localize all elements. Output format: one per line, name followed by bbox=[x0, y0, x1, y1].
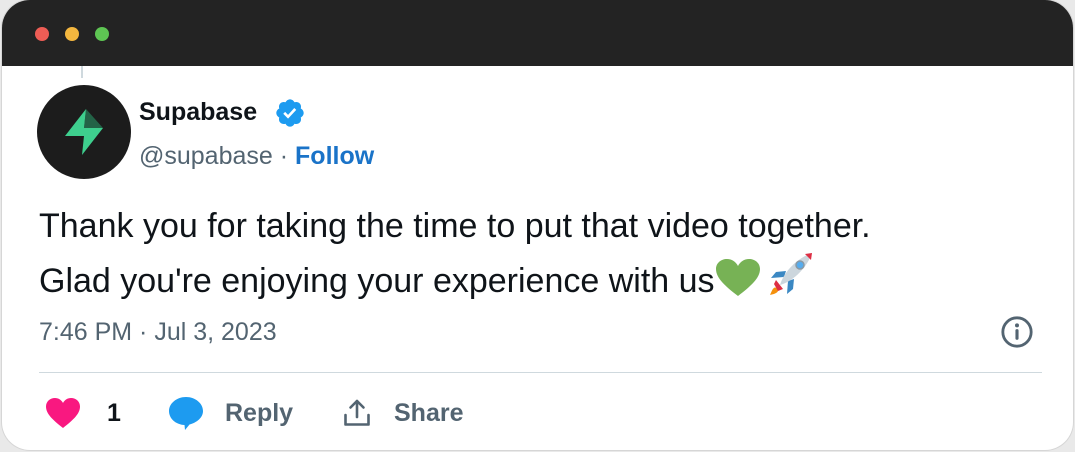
reply-label: Reply bbox=[225, 398, 294, 427]
green-heart-emoji-icon bbox=[715, 258, 761, 311]
handle-separator: · bbox=[272, 142, 296, 170]
like-count: 1 bbox=[107, 398, 121, 427]
author-handle[interactable]: @supabase bbox=[139, 142, 273, 170]
thread-connector-line bbox=[81, 66, 83, 78]
minimize-window-button[interactable] bbox=[65, 27, 79, 41]
maximize-window-button[interactable] bbox=[95, 27, 109, 41]
window-titlebar bbox=[2, 0, 1073, 66]
tweet-text-line-1: Thank you for taking the time to put tha… bbox=[39, 207, 871, 245]
reply-bubble-icon bbox=[169, 397, 203, 430]
share-label: Share bbox=[394, 398, 464, 427]
follow-button[interactable]: Follow bbox=[295, 142, 374, 170]
tweet-text-line-2-wrapper: Glad you're enjoying your experience wit… bbox=[39, 250, 1039, 311]
browser-window: Supabase @supabase · Follow Thank you fo… bbox=[2, 0, 1073, 450]
author-name[interactable]: Supabase bbox=[139, 96, 257, 128]
divider bbox=[39, 372, 1042, 373]
reply-button[interactable]: Reply bbox=[167, 389, 293, 437]
heart-icon bbox=[46, 398, 80, 428]
rocket-emoji-icon bbox=[767, 250, 815, 311]
author-handle-row: @supabase · Follow bbox=[139, 140, 374, 172]
verified-badge-icon bbox=[276, 99, 304, 127]
share-button[interactable]: Share bbox=[342, 389, 463, 437]
share-upload-icon bbox=[344, 399, 370, 426]
info-icon[interactable] bbox=[1000, 315, 1034, 349]
tweet-text-line-2: Glad you're enjoying your experience wit… bbox=[39, 262, 715, 300]
close-window-button[interactable] bbox=[35, 27, 49, 41]
tweet-text: Thank you for taking the time to put tha… bbox=[39, 203, 1039, 311]
tweet-timestamp[interactable]: 7:46 PM · Jul 3, 2023 bbox=[39, 316, 277, 348]
avatar[interactable] bbox=[37, 85, 131, 179]
supabase-logo-icon bbox=[65, 109, 103, 155]
like-button[interactable]: 1 bbox=[45, 389, 121, 437]
